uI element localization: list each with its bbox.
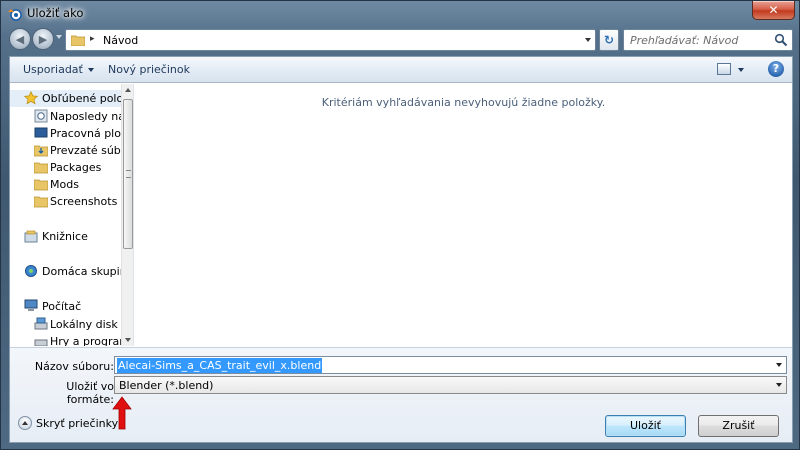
new-folder-button[interactable]: Nový priečinok <box>108 63 190 76</box>
nav-item-label: Naposledy navštívené <box>50 110 122 123</box>
scroll-down-icon[interactable] <box>125 338 131 342</box>
arrow-right-icon: ▶ <box>38 32 48 46</box>
downloads-folder-icon <box>34 145 48 157</box>
filetype-select[interactable]: Blender (*.blend) <box>114 376 787 394</box>
search-icon[interactable] <box>774 33 788 47</box>
change-view-icon[interactable] <box>717 63 731 75</box>
grip-icon <box>126 170 131 178</box>
filename-field[interactable]: Alecai-Sims_a_CAS_trait_evil_x.blend <box>114 356 787 374</box>
star-icon <box>24 91 38 105</box>
annotation-arrow-icon <box>112 396 132 430</box>
close-icon: ✕ <box>768 3 779 17</box>
filetype-value: Blender (*.blend) <box>119 379 214 392</box>
nav-item-local-disk[interactable]: Lokálny disk (C:) <box>10 316 122 333</box>
address-dropdown-icon[interactable] <box>585 38 591 42</box>
nav-computer[interactable]: Počítač <box>10 298 122 315</box>
homegroup-icon <box>25 265 37 277</box>
nav-item-downloads[interactable]: Prevzaté súbory <box>10 142 122 159</box>
nav-item-desktop[interactable]: Pracovná plocha <box>10 125 122 142</box>
command-bar: Usporiadať Nový priečinok ? <box>10 57 792 83</box>
help-icon[interactable]: ? <box>768 61 784 77</box>
nav-homegroup[interactable]: Domáca skupina <box>10 263 122 280</box>
refresh-button[interactable]: ↻ <box>599 29 619 51</box>
save-button[interactable]: Uložiť <box>605 415 686 437</box>
nav-item-label: Prevzaté súbory <box>50 144 122 157</box>
title-bar[interactable]: Uložiť ako ✕ <box>1 1 800 25</box>
breadcrumb-separator-icon[interactable]: ▸ <box>90 34 95 44</box>
nav-favorites-label: Obľúbené položky <box>42 92 122 105</box>
filename-label: Názov súboru: <box>34 360 114 373</box>
nav-item-label: Packages <box>50 161 102 174</box>
address-bar[interactable]: ▸ Návod <box>65 29 596 51</box>
libraries-icon <box>24 230 38 243</box>
nav-item-label: Lokálny disk (C:) <box>50 318 122 331</box>
back-button[interactable]: ◀ <box>9 28 31 50</box>
filetype-label: Uložiť vo formáte: <box>66 380 114 406</box>
chevron-down-icon <box>87 68 94 72</box>
organize-menu[interactable]: Usporiadať <box>23 63 94 76</box>
folder-icon <box>34 179 48 191</box>
blender-app-icon <box>8 9 22 21</box>
drive-icon <box>34 339 48 346</box>
nav-favorites[interactable]: Obľúbené položky <box>10 90 122 107</box>
dialog-client-area: Usporiadať Nový priečinok ? Obľúbené pol… <box>9 56 793 443</box>
save-as-dialog: Uložiť ako ✕ ◀ ▶ ▸ Návod ↻ Prehľadávať: … <box>0 0 800 450</box>
computer-icon <box>24 299 38 311</box>
arrow-left-icon: ◀ <box>15 32 25 46</box>
nav-homegroup-label: Domáca skupina <box>42 265 122 278</box>
search-placeholder: Prehľadávať: Návod <box>630 34 739 47</box>
desktop-icon <box>34 127 48 138</box>
nav-item-label: Mods <box>50 178 79 191</box>
empty-results-message: Kritériám vyhľadávania nevyhovujú žiadne… <box>321 96 606 109</box>
search-input[interactable]: Prehľadávať: Návod <box>623 29 793 51</box>
nav-item-mods[interactable]: Mods <box>10 176 122 193</box>
file-list-pane[interactable]: Kritériám vyhľadávania nevyhovujú žiadne… <box>135 84 792 346</box>
chevron-down-icon[interactable] <box>776 363 782 367</box>
nav-scrollbar[interactable] <box>121 84 133 346</box>
nav-computer-label: Počítač <box>42 300 82 313</box>
filename-value[interactable]: Alecai-Sims_a_CAS_trait_evil_x.blend <box>117 358 323 373</box>
navigation-pane[interactable]: Obľúbené položky Naposledy navštívené Pr… <box>10 84 134 346</box>
window-title: Uložiť ako <box>27 6 84 20</box>
nav-item-label: Pracovná plocha <box>50 127 122 140</box>
scroll-up-icon[interactable] <box>125 88 131 92</box>
recent-locations-dropdown[interactable] <box>56 35 62 39</box>
drive-icon <box>34 317 48 330</box>
nav-item-games-drive[interactable]: Hry a programy <box>10 333 122 346</box>
forward-button[interactable]: ▶ <box>32 28 54 50</box>
address-row: ◀ ▶ ▸ Návod ↻ Prehľadávať: Návod <box>1 26 800 54</box>
chevron-down-icon[interactable] <box>776 383 782 387</box>
nav-item-packages[interactable]: Packages <box>10 159 122 176</box>
breadcrumb-current[interactable]: Návod <box>103 34 138 47</box>
recent-places-icon <box>34 109 48 123</box>
nav-libraries-label: Knižnice <box>42 230 88 243</box>
close-button[interactable]: ✕ <box>752 1 795 20</box>
nav-item-label: Hry a programy <box>50 335 122 346</box>
scrollbar-thumb[interactable] <box>123 99 133 249</box>
nav-item-label: Screenshots <box>50 195 118 208</box>
nav-libraries[interactable]: Knižnice <box>10 228 122 245</box>
nav-item-recent-places[interactable]: Naposledy navštívené <box>10 108 122 125</box>
refresh-icon: ↻ <box>603 33 615 47</box>
view-options-dropdown[interactable] <box>738 68 744 72</box>
folder-icon <box>34 196 48 208</box>
folder-icon <box>71 35 85 46</box>
folder-icon <box>34 162 48 174</box>
organize-label: Usporiadať <box>23 63 83 76</box>
cancel-button[interactable]: Zrušiť <box>698 415 779 437</box>
collapse-icon <box>18 416 32 430</box>
nav-item-screenshots[interactable]: Screenshots <box>10 193 122 210</box>
hide-folders-label: Skryť priečinky <box>36 417 119 430</box>
